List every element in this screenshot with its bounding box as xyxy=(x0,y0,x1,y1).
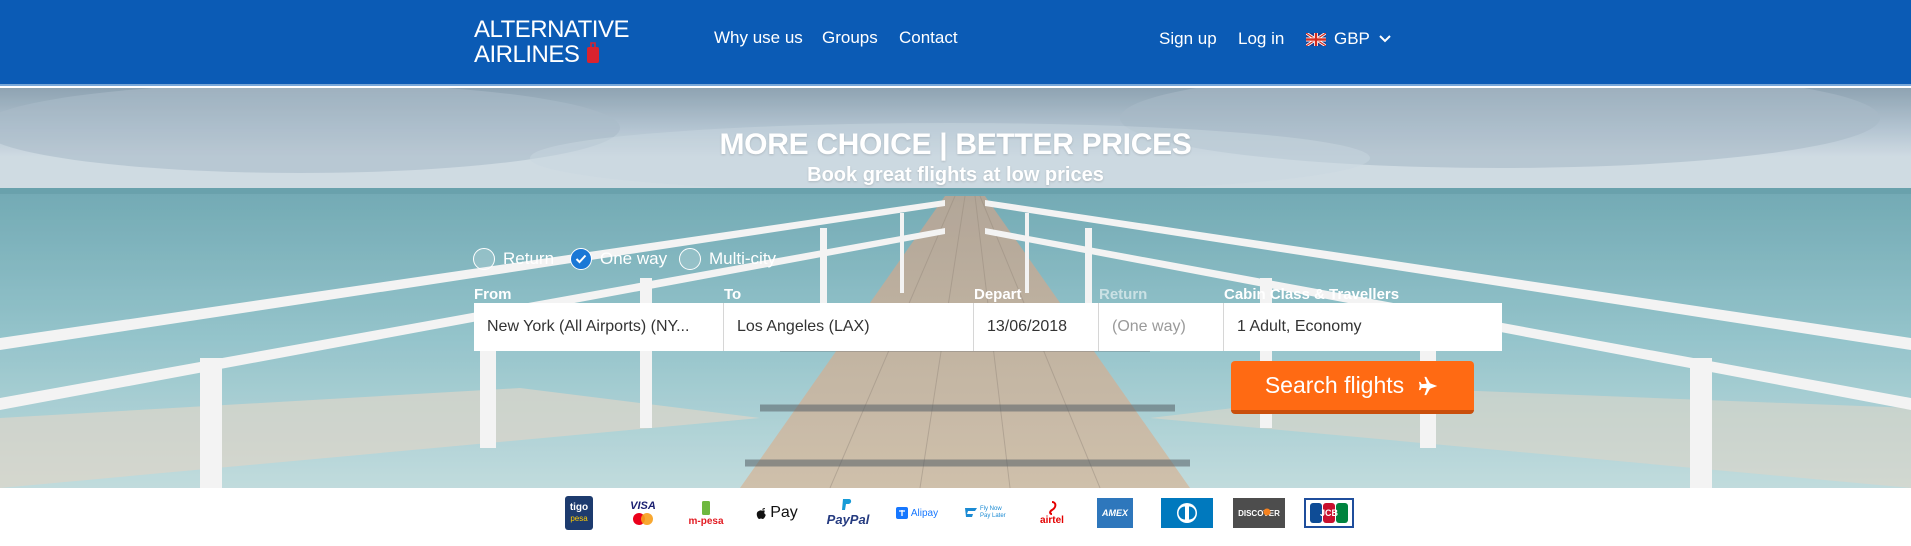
uk-flag-icon xyxy=(1306,32,1326,46)
sign-up-link[interactable]: Sign up xyxy=(1159,29,1217,49)
amex-text: AMEX xyxy=(1101,508,1128,518)
tigo-pesa-text: pesa xyxy=(570,514,588,523)
trip-type-multi-city[interactable]: Multi-city xyxy=(679,248,776,270)
from-input[interactable]: New York (All Airports) (NY... xyxy=(474,303,724,351)
to-input[interactable]: Los Angeles (LAX) xyxy=(724,303,974,351)
jcb-text: JCB xyxy=(1319,508,1338,518)
cabin-class-label: Cabin Class & Travellers xyxy=(1224,286,1400,303)
from-label: From xyxy=(474,286,512,303)
tigo-pesa-logo: tigo pesa xyxy=(565,496,593,530)
diners-club-icon xyxy=(1177,503,1197,523)
tigo-text: tigo xyxy=(569,502,589,513)
luggage-tag-icon xyxy=(587,42,599,63)
alipay-text: Alipay xyxy=(910,507,939,519)
alternative-airlines-logo[interactable]: ALTERNATIVE AIRLINES xyxy=(474,17,629,67)
currency-selector[interactable]: GBP xyxy=(1306,29,1392,49)
logo-line2: AIRLINES xyxy=(474,41,580,68)
paypal-p-icon xyxy=(842,499,852,510)
radio-checked-icon xyxy=(570,248,592,270)
airtel-icon xyxy=(1049,500,1057,515)
depart-date-input[interactable]: 13/06/2018 xyxy=(974,303,1099,351)
airtel-logo: airtel xyxy=(1037,496,1067,530)
phone-icon xyxy=(702,500,710,515)
alipay-logo: Alipay xyxy=(894,496,940,530)
nav-contact[interactable]: Contact xyxy=(899,28,958,48)
cabin-travellers-select[interactable]: 1 Adult, Economy xyxy=(1224,303,1502,351)
alipay-icon xyxy=(895,507,908,519)
search-flights-button[interactable]: Search flights xyxy=(1231,361,1474,414)
radio-unchecked-icon xyxy=(473,248,495,270)
fly-now-pay-later-logo: Fly Now Pay Later xyxy=(963,496,1013,530)
apple-pay-text: Pay xyxy=(770,504,798,521)
return-label: Return xyxy=(1099,286,1148,303)
jcb-logo: JCB xyxy=(1304,498,1354,528)
discover-dot-icon xyxy=(1263,508,1271,516)
return-date-input[interactable]: (One way) xyxy=(1099,303,1224,351)
discover-text: DISCOVER xyxy=(1238,508,1280,518)
trip-type-return[interactable]: Return xyxy=(473,248,554,270)
airtel-text: airtel xyxy=(1040,514,1064,526)
hero-title: MORE CHOICE | BETTER PRICES xyxy=(719,128,1192,161)
site-header: ALTERNATIVE AIRLINES Why use us Groups C… xyxy=(0,0,1911,86)
discover-logo: DISCOVER xyxy=(1233,498,1285,528)
hero-section: MORE CHOICE | BETTER PRICES Book great f… xyxy=(0,88,1911,488)
search-flights-label: Search flights xyxy=(1264,372,1405,398)
currency-label: GBP xyxy=(1334,29,1370,48)
to-label: To xyxy=(724,286,742,303)
nav-why-use-us[interactable]: Why use us xyxy=(714,28,803,48)
fly-now-text: Fly Now Pay Later xyxy=(980,506,1006,519)
chevron-down-icon xyxy=(1379,35,1391,43)
trip-type-one-way-label: One way xyxy=(600,249,668,268)
fly-now-icon xyxy=(965,508,977,517)
log-in-link[interactable]: Log in xyxy=(1238,29,1284,49)
paypal-logo: PayPal xyxy=(826,496,870,530)
apple-pay-logo: Pay xyxy=(756,496,798,530)
payment-methods-strip: tigo pesa VISA m-pesa Pay PayPal Alipay xyxy=(0,488,1911,546)
radio-unchecked-icon xyxy=(679,248,701,270)
m-pesa-text: m-pesa xyxy=(688,515,724,527)
visa-text: VISA xyxy=(630,500,656,512)
trip-type-one-way[interactable]: One way xyxy=(570,248,667,270)
logo-line1: ALTERNATIVE xyxy=(474,16,629,43)
apple-icon xyxy=(756,508,767,519)
diners-club-logo xyxy=(1161,498,1213,528)
checkmark-icon xyxy=(575,254,587,264)
depart-label: Depart xyxy=(974,286,1022,303)
trip-type-multi-city-label: Multi-city xyxy=(709,249,777,268)
amex-logo: AMEX xyxy=(1097,498,1133,528)
mastercard-icon xyxy=(633,513,653,525)
trip-type-return-label: Return xyxy=(503,249,555,268)
paypal-text: PayPal xyxy=(826,511,870,527)
hero-subtitle: Book great flights at low prices xyxy=(807,164,1104,186)
visa-mastercard-logo: VISA xyxy=(628,496,658,530)
m-pesa-logo: m-pesa xyxy=(688,496,724,530)
flight-search-form: New York (All Airports) (NY... Los Angel… xyxy=(474,303,1502,351)
nav-groups[interactable]: Groups xyxy=(822,28,878,48)
airplane-icon xyxy=(1419,376,1438,395)
